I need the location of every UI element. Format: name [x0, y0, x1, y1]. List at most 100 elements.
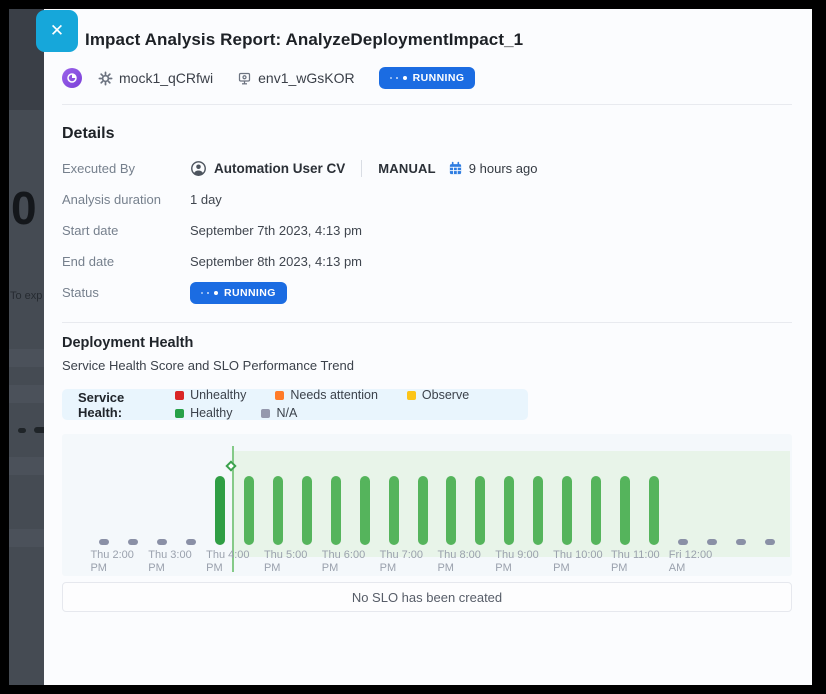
- time-ago-text: 9 hours ago: [469, 161, 538, 176]
- legend-label: Needs attention: [290, 388, 378, 402]
- report-meta-row: mock1_qCRfwi env1_wGsKOR: [62, 67, 792, 89]
- user-icon: [190, 160, 207, 177]
- background-row: [9, 385, 44, 403]
- running-dot-icon: [390, 77, 392, 79]
- detail-label: Status: [62, 285, 190, 300]
- close-button[interactable]: ✕: [36, 10, 78, 52]
- legend-swatch-icon: [261, 409, 270, 418]
- health-bar-thu-3-00-pm[interactable]: [157, 539, 167, 545]
- health-bar-fri-12-30-am[interactable]: [707, 539, 717, 545]
- detail-value: September 8th 2023, 4:13 pm: [190, 254, 362, 269]
- status-badge: RUNNING: [190, 282, 287, 304]
- impact-analysis-drawer: Impact Analysis Report: AnalyzeDeploymen…: [44, 9, 812, 685]
- health-bar-thu-8-00-pm[interactable]: [446, 476, 456, 545]
- health-bar-thu-9-30-pm[interactable]: [533, 476, 543, 545]
- vertical-separator: [361, 160, 362, 177]
- executed-time: 9 hours ago: [448, 161, 538, 176]
- status-badge-label: RUNNING: [413, 72, 465, 84]
- legend-label: Healthy: [190, 406, 232, 420]
- detail-label: End date: [62, 254, 190, 269]
- x-axis-tick-label: Thu 8:00PM: [437, 549, 480, 575]
- legend-swatch-icon: [275, 391, 284, 400]
- running-dot-icon: [403, 76, 407, 80]
- health-bar-thu-4-30-pm[interactable]: [244, 476, 254, 545]
- details-heading: Details: [62, 125, 792, 143]
- detail-label: Start date: [62, 223, 190, 238]
- environment-name: env1_wGsKOR: [258, 70, 354, 86]
- background-partial-text: To exp: [10, 290, 42, 302]
- environment-link[interactable]: env1_wGsKOR: [237, 70, 354, 86]
- screen: 0 To exp ✕ Impact Analysis Report: Analy…: [0, 0, 826, 694]
- dimmed-background: 0 To exp: [9, 9, 44, 685]
- health-bar-thu-11-00-pm[interactable]: [620, 476, 630, 545]
- legend-swatch-icon: [407, 391, 416, 400]
- health-bar-thu-7-30-pm[interactable]: [418, 476, 428, 545]
- health-bar-thu-2-00-pm[interactable]: [99, 539, 109, 545]
- health-bar-thu-2-30-pm[interactable]: [128, 539, 138, 545]
- health-trend-chart: Thu 2:00PM Thu 3:00PM Thu 4:00PM Thu 5:00PM…: [62, 434, 792, 576]
- x-axis-tick-label: Thu 11:00PM: [611, 549, 660, 575]
- detail-value: 1 day: [190, 192, 222, 207]
- service-link[interactable]: mock1_qCRfwi: [98, 70, 213, 86]
- slo-empty-state: No SLO has been created: [62, 582, 792, 612]
- deployment-health-heading: Deployment Health: [62, 335, 792, 351]
- x-axis-tick-label: Thu 3:00PM: [148, 549, 191, 575]
- background-big-number: 0: [11, 181, 36, 235]
- x-axis-tick-label: Thu 5:00PM: [264, 549, 307, 575]
- service-health-legend: Service Health: Unhealthy Needs attention…: [62, 389, 528, 420]
- detail-value: September 7th 2023, 4:13 pm: [190, 223, 362, 238]
- x-axis-tick-label: Thu 2:00PM: [90, 549, 133, 575]
- legend-item-needs-attention: Needs attention: [275, 388, 378, 402]
- detail-value: Automation User CV MANUAL: [190, 160, 537, 177]
- health-bar-thu-9-00-pm[interactable]: [504, 476, 514, 545]
- legend-label: Observe: [422, 388, 469, 402]
- background-row: [9, 349, 44, 367]
- legend-swatch-icon: [175, 409, 184, 418]
- health-bar-thu-8-30-pm[interactable]: [475, 476, 485, 545]
- background-row: [9, 457, 44, 475]
- detail-label: Executed By: [62, 161, 190, 176]
- health-bar-thu-4-00-pm[interactable]: [215, 476, 225, 545]
- legend-item-observe: Observe: [407, 388, 469, 402]
- health-bar-thu-10-00-pm[interactable]: [562, 476, 572, 545]
- health-bar-thu-5-00-pm[interactable]: [273, 476, 283, 545]
- environment-icon: [237, 71, 252, 86]
- health-bar-thu-10-30-pm[interactable]: [591, 476, 601, 545]
- legend-title: Service Health:: [78, 390, 149, 420]
- header-divider: [62, 104, 792, 105]
- details-table: Executed By Automation User CV MANUAL: [62, 153, 792, 308]
- health-bar-fri-1-00-am[interactable]: [736, 539, 746, 545]
- detail-row-analysis-duration: Analysis duration 1 day: [62, 184, 792, 215]
- health-bar-thu-6-30-pm[interactable]: [360, 476, 370, 545]
- running-dot-icon: [207, 292, 209, 294]
- detail-value: RUNNING: [190, 282, 287, 304]
- impact-analysis-icon: [62, 68, 82, 88]
- running-dot-icon: [214, 291, 218, 295]
- health-bar-thu-5-30-pm[interactable]: [302, 476, 312, 545]
- background-shape: [18, 428, 26, 433]
- detail-label: Analysis duration: [62, 192, 190, 207]
- health-bar-thu-11-30-pm[interactable]: [649, 476, 659, 545]
- pie-glyph-icon: [66, 72, 78, 84]
- detail-row-start-date: Start date September 7th 2023, 4:13 pm: [62, 215, 792, 246]
- health-bar-fri-12-00-am[interactable]: [678, 539, 688, 545]
- x-axis-tick-label: Fri 12:00AM: [669, 549, 712, 575]
- gear-icon: [98, 71, 113, 86]
- health-bar-thu-6-00-pm[interactable]: [331, 476, 341, 545]
- trigger-type: MANUAL: [378, 161, 436, 176]
- x-axis-tick-label: Thu 6:00PM: [322, 549, 365, 575]
- detail-row-end-date: End date September 8th 2023, 4:13 pm: [62, 246, 792, 277]
- background-shape: [34, 427, 44, 433]
- health-bar-fri-1-30-am[interactable]: [765, 539, 775, 545]
- detail-row-status: Status RUNNING: [62, 277, 792, 308]
- page-title: Impact Analysis Report: AnalyzeDeploymen…: [85, 30, 792, 50]
- x-axis-tick-label: Thu 4:00PM: [206, 549, 249, 575]
- legend-label: Unhealthy: [190, 388, 246, 402]
- running-dot-icon: [201, 292, 203, 294]
- slo-empty-message: No SLO has been created: [352, 590, 502, 605]
- legend-item-unhealthy: Unhealthy: [175, 388, 246, 402]
- executed-by-name: Automation User CV: [214, 161, 345, 176]
- health-bar-thu-3-30-pm[interactable]: [186, 539, 196, 545]
- service-name: mock1_qCRfwi: [119, 70, 213, 86]
- health-bar-thu-7-00-pm[interactable]: [389, 476, 399, 545]
